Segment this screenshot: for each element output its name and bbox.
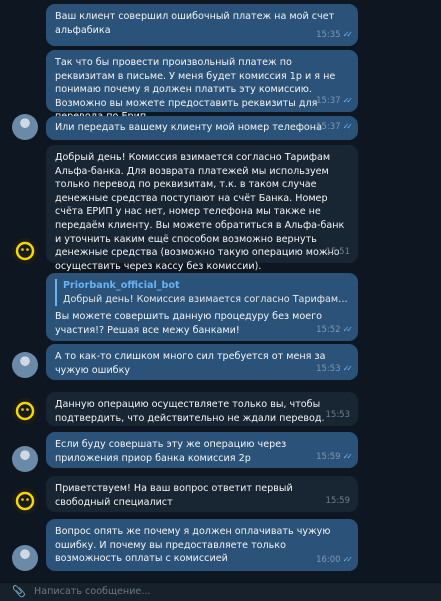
chat-history[interactable]: Ваш клиент совершил ошибочный платеж на … bbox=[0, 0, 441, 582]
sidebar-edge bbox=[0, 0, 3, 600]
bank-logo-icon bbox=[12, 398, 38, 424]
reply-bubble[interactable]: Priorbank_official_bot Добрый день! Коми… bbox=[46, 273, 358, 341]
message-bubble[interactable]: Так что бы провести произвольный платеж … bbox=[46, 50, 358, 122]
paperclip-icon[interactable]: 📎 bbox=[12, 585, 26, 598]
message-time: 15:59 bbox=[325, 496, 351, 507]
bank-logo-icon bbox=[12, 238, 38, 264]
message-text: Или передать вашему клиенту мой номер те… bbox=[55, 122, 322, 133]
message-time: 15:35 ✓✓ bbox=[316, 30, 354, 41]
message-time: 15:37 ✓✓ bbox=[316, 96, 354, 107]
message-text: Данную операцию осуществляете только вы,… bbox=[55, 399, 325, 424]
bank-logo-icon bbox=[12, 488, 38, 514]
message-text: Вопрос опять же почему я должен оплачива… bbox=[55, 526, 331, 565]
double-check-icon: ✓✓ bbox=[342, 122, 354, 132]
bot-avatar[interactable] bbox=[12, 238, 38, 264]
message-time: 15:52 ✓✓ bbox=[316, 325, 354, 336]
message-bubble[interactable]: Данную операцию осуществляете только вы,… bbox=[46, 392, 358, 426]
user-avatar[interactable] bbox=[12, 114, 38, 140]
user-avatar[interactable] bbox=[12, 352, 38, 378]
message-time: 15:53 ✓✓ bbox=[316, 364, 354, 375]
double-check-icon: ✓✓ bbox=[342, 555, 354, 565]
message-text: Добрый день! Комиссия взимается согласно… bbox=[55, 152, 345, 272]
message-bubble[interactable]: Приветствуем! На ваш вопрос ответит перв… bbox=[46, 476, 358, 512]
double-check-icon: ✓✓ bbox=[342, 96, 354, 106]
bot-avatar[interactable] bbox=[12, 488, 38, 514]
double-check-icon: ✓✓ bbox=[342, 30, 354, 40]
message-time: 16:00 ✓✓ bbox=[316, 555, 354, 566]
message-time: 15:51 bbox=[325, 247, 351, 258]
message-text: Так что бы провести произвольный платеж … bbox=[55, 57, 336, 122]
user-avatar[interactable] bbox=[12, 446, 38, 472]
message-input[interactable]: Написать сообщение... bbox=[34, 586, 150, 597]
message-text: А то как-то слишком много сил требуется … bbox=[55, 351, 326, 376]
message-bubble[interactable]: Ваш клиент совершил ошибочный платеж на … bbox=[46, 4, 358, 46]
user-avatar[interactable] bbox=[12, 545, 38, 571]
message-bubble[interactable]: Вопрос опять же почему я должен оплачива… bbox=[46, 519, 358, 571]
message-text: Если буду совершать эту же операцию чере… bbox=[55, 439, 287, 464]
message-bubble[interactable]: А то как-то слишком много сил требуется … bbox=[46, 344, 358, 380]
double-check-icon: ✓✓ bbox=[342, 325, 354, 335]
message-time: 15:59 ✓✓ bbox=[316, 452, 354, 463]
quote-text: Добрый день! Комиссия взимается согласно… bbox=[63, 293, 349, 305]
double-check-icon: ✓✓ bbox=[342, 452, 354, 462]
message-bubble[interactable]: Или передать вашему клиенту мой номер те… bbox=[46, 116, 358, 140]
quote-sender-name: Priorbank_official_bot bbox=[63, 280, 180, 291]
message-bubble[interactable]: Если буду совершать эту же операцию чере… bbox=[46, 432, 358, 468]
message-composer[interactable]: 📎 Написать сообщение... bbox=[0, 582, 441, 601]
message-bubble[interactable]: Добрый день! Комиссия взимается согласно… bbox=[46, 145, 358, 272]
message-time: 15:53 bbox=[325, 410, 351, 421]
bot-avatar[interactable] bbox=[12, 398, 38, 424]
double-check-icon: ✓✓ bbox=[342, 364, 354, 374]
message-text: Вы можете совершить данную процедуру без… bbox=[55, 311, 323, 336]
message-text: Ваш клиент совершил ошибочный платеж на … bbox=[55, 11, 335, 36]
quoted-message[interactable]: Priorbank_official_bot Добрый день! Коми… bbox=[55, 279, 349, 307]
message-text: Приветствуем! На ваш вопрос ответит перв… bbox=[55, 483, 293, 508]
message-time: 15:37 ✓✓ bbox=[316, 122, 354, 133]
